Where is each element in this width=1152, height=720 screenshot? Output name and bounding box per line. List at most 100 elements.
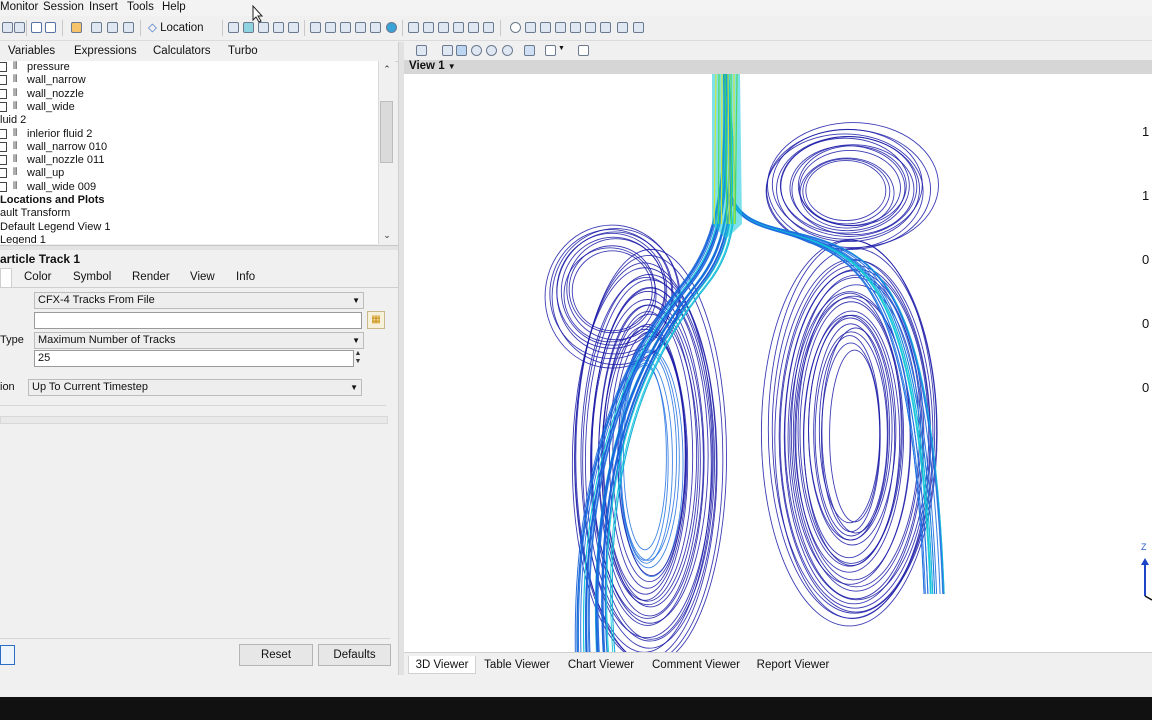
tree-item[interactable]: ⫴ wall_wide 009 <box>0 181 378 194</box>
quick-editor-icon[interactable] <box>540 22 551 33</box>
folder-icon[interactable]: ▦ <box>367 311 385 329</box>
defaults-button[interactable]: Defaults <box>318 644 391 666</box>
vector-icon[interactable] <box>228 22 239 33</box>
menu-help[interactable]: Help <box>162 1 186 13</box>
case-comparison-icon[interactable] <box>617 22 628 33</box>
tab-symbol[interactable]: Symbol <box>73 268 111 287</box>
tab-info[interactable]: Info <box>236 268 255 287</box>
3d-viewport[interactable] <box>404 74 1152 652</box>
view-selector[interactable]: View 1 ▼ <box>409 60 456 72</box>
tree-item[interactable]: ⫴ pressure <box>0 61 378 74</box>
checkbox[interactable] <box>0 181 7 192</box>
menu-tools[interactable]: Tools <box>127 1 154 13</box>
volume-render-icon[interactable] <box>288 22 299 33</box>
instance-transform-icon[interactable] <box>355 22 366 33</box>
timestep-option-select[interactable]: Up To Current Timestep ▼ <box>28 379 362 396</box>
checkbox[interactable] <box>0 155 7 166</box>
file-path-input[interactable] <box>34 312 362 329</box>
tab-3d-viewer[interactable]: 3D Viewer <box>408 656 476 674</box>
apply-button[interactable] <box>0 645 15 665</box>
zoom-fit-icon[interactable] <box>502 45 513 56</box>
track-count-input[interactable]: 25 <box>34 350 354 367</box>
chevron-down-icon[interactable]: ▼ <box>558 45 565 52</box>
copy-icon[interactable] <box>107 22 118 33</box>
tab-chart-viewer[interactable]: Chart Viewer <box>564 656 638 674</box>
tab-render[interactable]: Render <box>132 268 170 287</box>
figure-icon[interactable] <box>483 22 494 33</box>
comment-icon[interactable] <box>468 22 479 33</box>
tree-item[interactable]: ⫴ wall_narrow <box>0 74 378 87</box>
tree-item[interactable]: ault Transform <box>0 207 378 220</box>
collapsed-section[interactable] <box>0 416 388 424</box>
tab-view[interactable]: View <box>190 268 215 287</box>
redo-icon[interactable] <box>45 22 56 33</box>
print-icon[interactable] <box>2 22 13 33</box>
animation-icon[interactable] <box>525 22 536 33</box>
tab-table-viewer[interactable]: Table Viewer <box>482 656 552 674</box>
type-select[interactable]: Maximum Number of Tracks ▼ <box>34 332 364 349</box>
screenshot-icon[interactable] <box>14 22 25 33</box>
tree-item[interactable]: ⫴ wall_up <box>0 167 378 180</box>
tree-item[interactable]: Legend 1 <box>0 234 378 244</box>
particle-track-icon[interactable] <box>273 22 284 33</box>
checkbox[interactable] <box>0 62 7 72</box>
probe-icon[interactable] <box>555 22 566 33</box>
tree-item[interactable]: ⫴ wall_nozzle <box>0 88 378 101</box>
checkbox[interactable] <box>0 101 7 112</box>
streamline-icon[interactable] <box>258 22 269 33</box>
spinner-arrows-icon[interactable]: ▲ ▼ <box>353 350 363 367</box>
legend-icon[interactable] <box>340 22 351 33</box>
checkbox[interactable] <box>0 75 7 86</box>
tab-color[interactable]: Color <box>24 268 51 287</box>
clip-plane-icon[interactable] <box>370 22 381 33</box>
menu-monitor[interactable]: Monitor <box>0 1 38 13</box>
tab-geometry[interactable] <box>0 268 12 287</box>
zoom-box-icon[interactable] <box>486 45 497 56</box>
load-icon[interactable] <box>71 22 82 33</box>
command-editor-icon[interactable] <box>633 22 644 33</box>
detach-icon[interactable] <box>578 45 589 56</box>
menu-insert[interactable]: Insert <box>89 1 118 13</box>
tab-turbo[interactable]: Turbo <box>228 45 258 57</box>
mesh-calculator-icon[interactable] <box>600 22 611 33</box>
chart-icon[interactable] <box>453 22 464 33</box>
undo-icon[interactable] <box>31 22 42 33</box>
tab-comment-viewer[interactable]: Comment Viewer <box>652 656 740 674</box>
rotate-icon[interactable] <box>442 45 453 56</box>
tab-report-viewer[interactable]: Report Viewer <box>756 656 830 674</box>
function-calculator-icon[interactable] <box>570 22 581 33</box>
menu-session[interactable]: Session <box>43 1 84 13</box>
contour-icon[interactable] <box>243 22 254 33</box>
tree-item[interactable]: ⫴ inlerior fluid 2 <box>0 128 378 141</box>
reset-button[interactable]: Reset <box>239 644 313 666</box>
location-dropdown[interactable]: ◇ Location ▼ <box>148 19 218 51</box>
tree-item[interactable]: ⫴ wall_wide <box>0 101 378 114</box>
checkbox[interactable] <box>0 128 7 139</box>
pan-icon[interactable] <box>456 45 467 56</box>
checkbox[interactable] <box>0 141 7 152</box>
select-icon[interactable] <box>416 45 427 56</box>
tree-scrollbar[interactable]: ⌃ ⌄ <box>378 61 395 244</box>
tree-item[interactable]: Locations and Plots <box>0 194 378 207</box>
edit-icon[interactable] <box>91 22 102 33</box>
tree-item[interactable]: Default Legend View 1 <box>0 221 378 234</box>
source-select[interactable]: CFX-4 Tracks From File ▼ <box>34 292 364 309</box>
scroll-up-icon[interactable]: ⌃ <box>382 64 392 74</box>
tree-item[interactable]: ⫴ wall_nozzle 011 <box>0 154 378 167</box>
macro-calculator-icon[interactable] <box>585 22 596 33</box>
table-icon[interactable] <box>438 22 449 33</box>
delete-icon[interactable] <box>123 22 134 33</box>
tab-variables[interactable]: Variables <box>8 45 55 57</box>
zoom-icon[interactable] <box>471 45 482 56</box>
viewport-layout-icon[interactable] <box>545 45 556 56</box>
fit-view-icon[interactable] <box>524 45 535 56</box>
tab-calculators[interactable]: Calculators <box>153 45 211 57</box>
text-icon[interactable] <box>310 22 321 33</box>
color-map-icon[interactable] <box>386 22 397 33</box>
checkbox[interactable] <box>0 168 7 179</box>
variable-icon[interactable] <box>408 22 419 33</box>
scroll-down-icon[interactable]: ⌄ <box>382 230 392 240</box>
tree-item[interactable]: ⫴ wall_narrow 010 <box>0 141 378 154</box>
scroll-thumb[interactable] <box>380 101 393 163</box>
tree-item[interactable]: luid 2 <box>0 114 378 127</box>
